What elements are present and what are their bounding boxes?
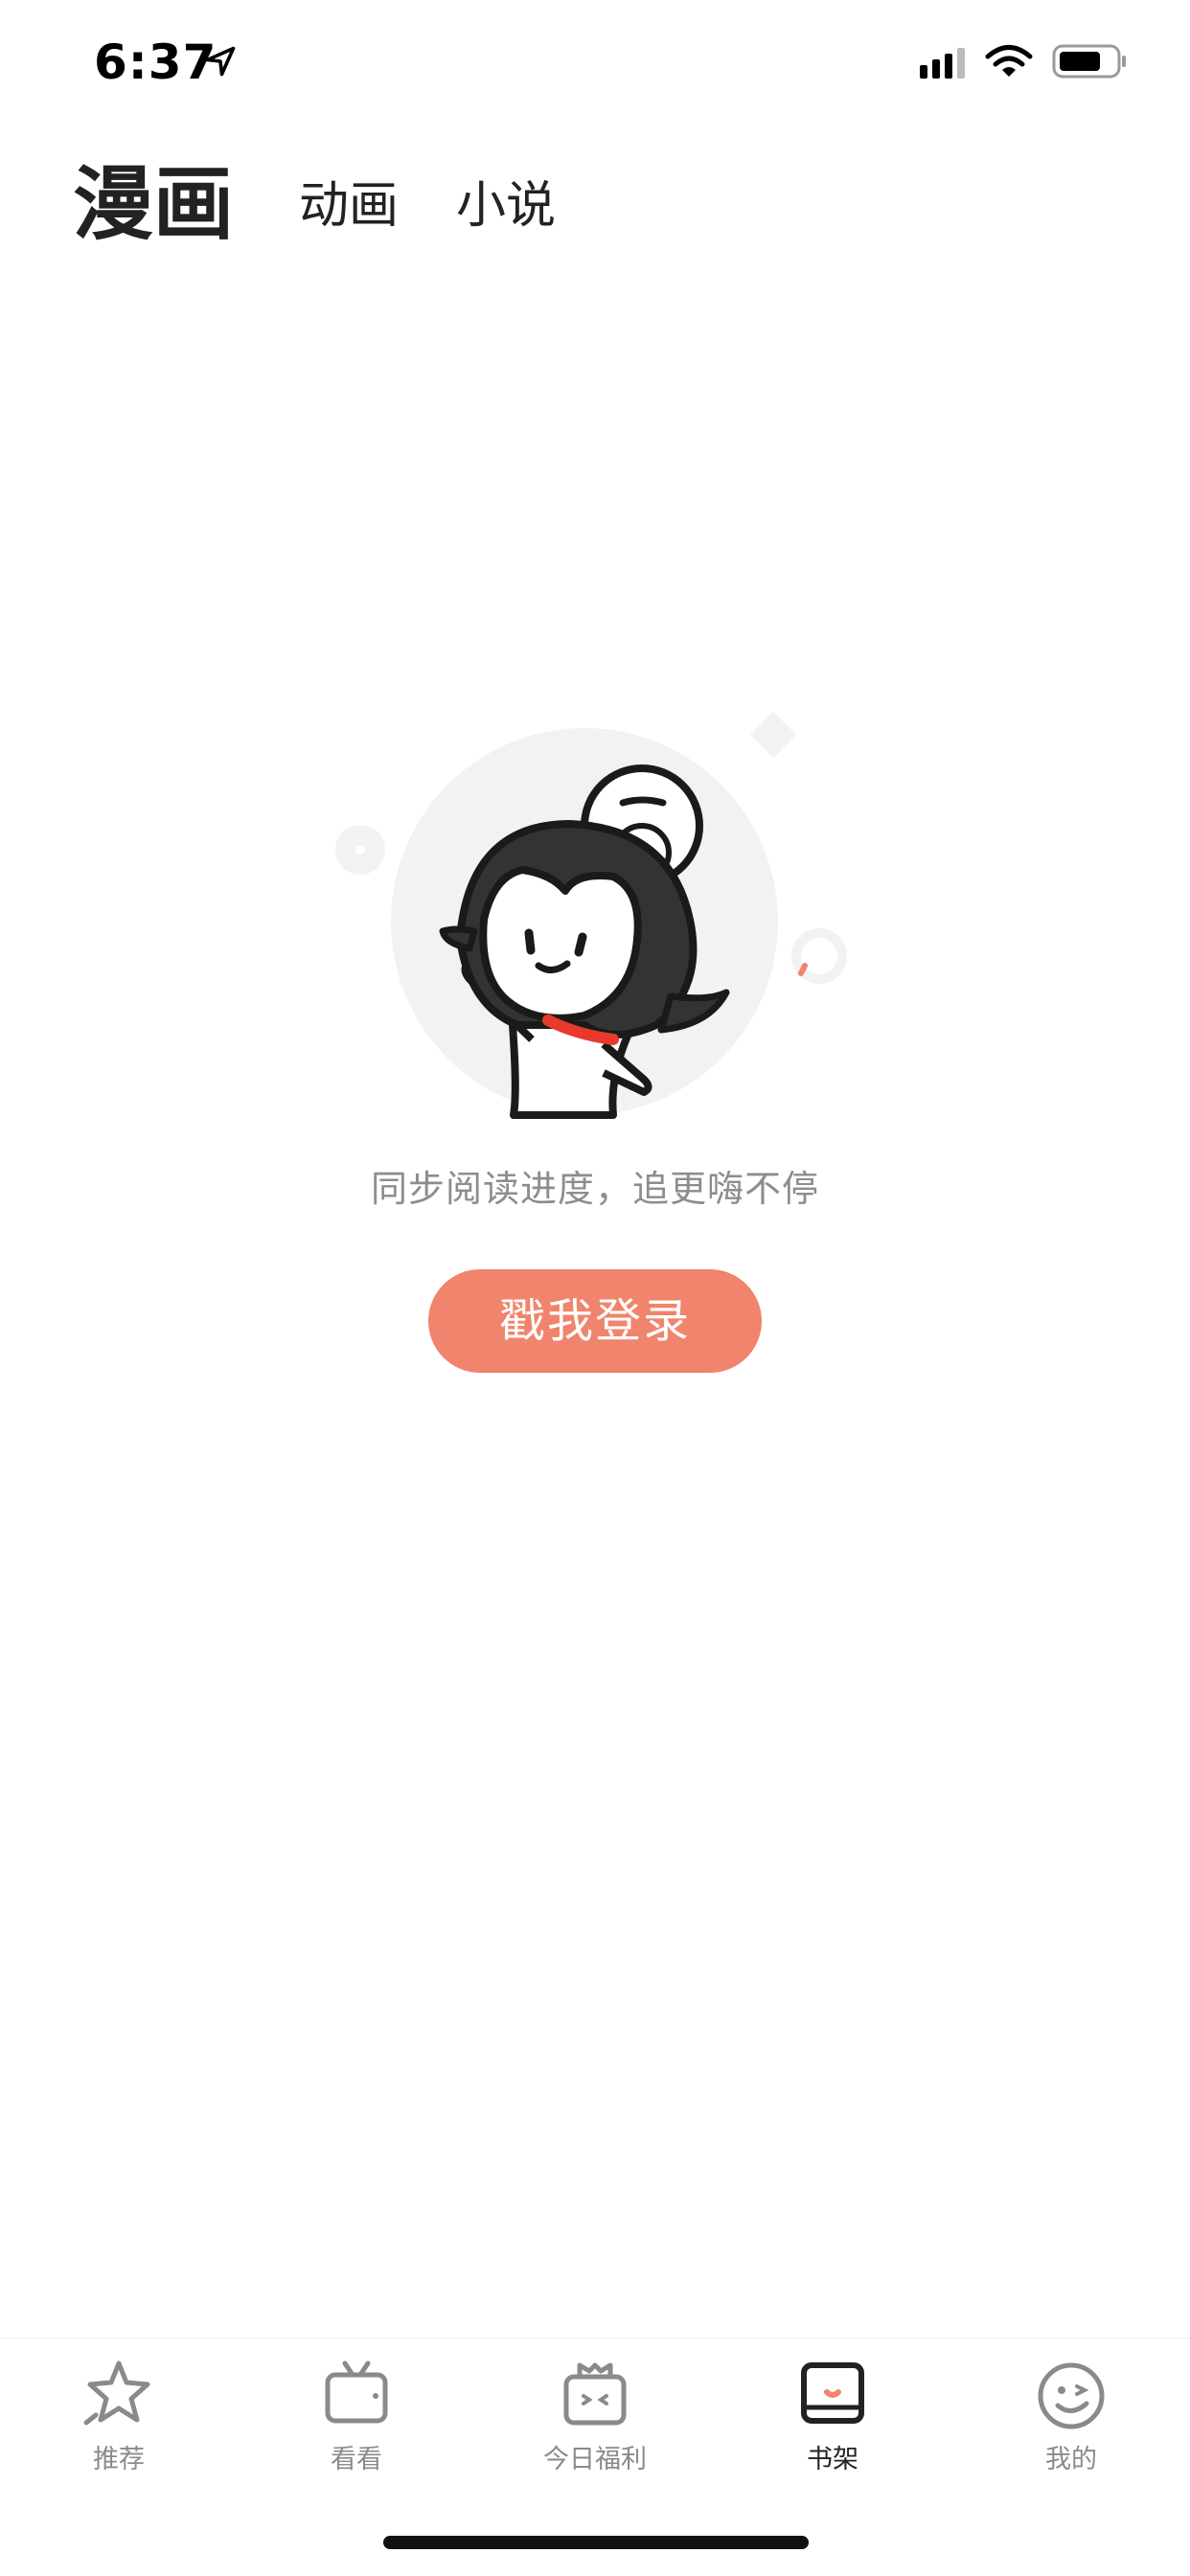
status-bar: 6:37 bbox=[0, 0, 1190, 126]
tab-manhua[interactable]: 漫画 bbox=[73, 140, 234, 256]
nav-label-mine: 我的 bbox=[1045, 2445, 1097, 2474]
wifi-icon bbox=[985, 45, 1033, 77]
tab-donghua[interactable]: 动画 bbox=[299, 165, 399, 237]
gift-box-icon bbox=[563, 2362, 627, 2426]
bookshelf-icon bbox=[801, 2362, 864, 2424]
battery-icon bbox=[1052, 44, 1126, 79]
empty-state-message: 同步阅读进度，追更嗨不停 bbox=[370, 1168, 819, 1210]
nav-item-watch[interactable]: 看看 bbox=[261, 2356, 452, 2499]
nav-label-watch: 看看 bbox=[331, 2445, 382, 2474]
top-category-tabs: 漫画 动画 小说 bbox=[0, 126, 1190, 251]
nav-item-recommend[interactable]: 推荐 bbox=[23, 2356, 215, 2499]
tv-icon bbox=[325, 2360, 388, 2424]
login-button[interactable]: 戳我登录 bbox=[428, 1269, 762, 1373]
home-indicator bbox=[383, 2536, 809, 2549]
location-arrow-icon bbox=[205, 46, 236, 77]
cellular-signal-icon bbox=[920, 48, 965, 79]
nav-item-daily-welfare[interactable]: 今日福利 bbox=[499, 2356, 691, 2499]
status-time: 6:37 bbox=[94, 34, 217, 90]
nav-item-mine[interactable]: 我的 bbox=[975, 2356, 1167, 2499]
nav-label-bookshelf: 书架 bbox=[807, 2445, 858, 2474]
smiley-face-icon bbox=[1038, 2362, 1105, 2429]
nav-label-recommend: 推荐 bbox=[93, 2445, 145, 2474]
nav-item-bookshelf[interactable]: 书架 bbox=[737, 2356, 928, 2499]
empty-bookshelf-illustration bbox=[335, 711, 847, 1119]
star-icon bbox=[83, 2360, 150, 2426]
nav-label-daily-welfare: 今日福利 bbox=[543, 2445, 647, 2474]
tab-xiaoshuo[interactable]: 小说 bbox=[456, 165, 556, 237]
